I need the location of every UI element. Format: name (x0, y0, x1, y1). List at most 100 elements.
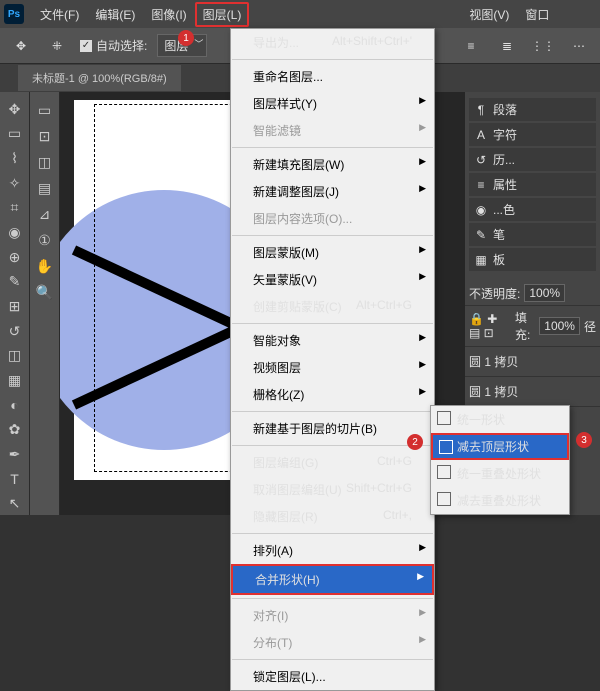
menu-group-layers[interactable]: 图层编组(G)Ctrl+G (231, 449, 434, 476)
paragraph-icon: ¶ (474, 103, 488, 117)
history-brush-tool[interactable]: ↺ (3, 320, 27, 343)
distribute-icon[interactable]: ⋮⋮ (530, 33, 556, 59)
menu-smart-filter: 智能滤镜 (231, 117, 434, 144)
pen-tool[interactable]: ✒ (3, 443, 27, 466)
layers-opacity-row: 不透明度: 100% (465, 281, 600, 306)
properties-icon: ≡ (474, 178, 488, 192)
menu-file[interactable]: 文件(F) (32, 2, 87, 27)
menu-image[interactable]: 图像(I) (143, 2, 194, 27)
intersect-icon (437, 465, 451, 479)
annotation-badge-1: 1 (178, 30, 194, 46)
move-tool[interactable]: ✥ (3, 98, 27, 121)
panel-properties[interactable]: ≡属性 (469, 173, 596, 196)
panel-color[interactable]: ◉...色 (469, 198, 596, 221)
layers-fill-row: 🔒 ✚ ▤ ⊡ 填充: 100% 径 (465, 306, 600, 347)
menu-content-options: 图层内容选项(O)... (231, 205, 434, 232)
eraser-tool[interactable]: ◫ (3, 344, 27, 367)
menu-rasterize[interactable]: 栅格化(Z) (231, 381, 434, 408)
artboard-tool[interactable]: ▭ (33, 98, 57, 122)
menu-window[interactable]: 窗口 (517, 2, 557, 27)
brush-tool[interactable]: ✎ (3, 270, 27, 293)
menu-vector-mask[interactable]: 矢量蒙版(V) (231, 266, 434, 293)
menu-edit[interactable]: 编辑(E) (87, 2, 143, 27)
brush-icon: ✎ (474, 228, 488, 242)
submenu-unite[interactable]: 统一形状 (431, 406, 569, 433)
submenu-subtract-front[interactable]: 减去顶层形状 (431, 433, 569, 460)
note-tool[interactable]: ▤ (33, 176, 57, 200)
exclude-icon (437, 492, 451, 506)
menu-view[interactable]: 视图(V) (461, 2, 517, 27)
menu-layer[interactable]: 图层(L) (195, 2, 250, 27)
app-icon: Ps (4, 4, 24, 24)
menu-ungroup-layers: 取消图层编组(U)Shift+Ctrl+G (231, 476, 434, 503)
hand-tool[interactable]: ✋ (33, 254, 57, 278)
submenu-intersect[interactable]: 统一重叠处形状 (431, 460, 569, 487)
slice-tool[interactable]: ◫ (33, 150, 57, 174)
menu-clipping-mask[interactable]: 创建剪贴蒙版(C)Alt+Ctrl+G (231, 293, 434, 320)
menu-export-as[interactable]: 导出为...Alt+Shift+Ctrl+' (231, 29, 434, 56)
menu-rename-layer[interactable]: 重命名图层... (231, 63, 434, 90)
menu-arrange[interactable]: 排列(A) (231, 537, 434, 564)
fill-input[interactable]: 100% (539, 317, 580, 335)
annotation-badge-2: 2 (407, 434, 423, 450)
type-tool[interactable]: T (3, 468, 27, 491)
panel-swatches[interactable]: ▦板 (469, 248, 596, 271)
unite-icon (437, 411, 451, 425)
color-icon: ◉ (474, 203, 488, 217)
auto-select-checkbox[interactable]: 自动选择: (80, 37, 147, 54)
layers-panel: 不透明度: 100% 🔒 ✚ ▤ ⊡ 填充: 100% 径 圆 1 拷贝 圆 1… (465, 281, 600, 407)
annotation-badge-3: 3 (576, 432, 592, 448)
toolbox-left-1: ✥ ▭ ⌇ ✧ ⌗ ◉ ⊕ ✎ ⊞ ↺ ◫ ▦ ◐ ✿ ✒ T ↖ (0, 92, 30, 515)
character-icon: A (474, 128, 488, 142)
crop-tool[interactable]: ⌗ (3, 197, 27, 220)
move-tool-arrows-icon: ⁜ (44, 33, 70, 59)
menu-new-fill-layer[interactable]: 新建填充图层(W) (231, 151, 434, 178)
gradient-tool[interactable]: ▦ (3, 369, 27, 392)
wand-tool[interactable]: ✧ (3, 172, 27, 195)
menu-new-adj-layer[interactable]: 新建调整图层(J) (231, 178, 434, 205)
menu-align: 对齐(I) (231, 602, 434, 629)
panel-history[interactable]: ↺历... (469, 148, 596, 171)
menu-combine-shapes[interactable]: 合并形状(H) (231, 564, 434, 595)
ruler-tool[interactable]: ⊿ (33, 202, 57, 226)
layer-row-1[interactable]: 圆 1 拷贝 (465, 347, 600, 377)
eyedropper-tool[interactable]: ◉ (3, 221, 27, 244)
more-icon[interactable]: ⋯ (566, 33, 592, 59)
menu-hide-layers[interactable]: 隐藏图层(R)Ctrl+, (231, 503, 434, 530)
lasso-tool[interactable]: ⌇ (3, 147, 27, 170)
move-tool-icon: ✥ (8, 33, 34, 59)
menu-layer-mask[interactable]: 图层蒙版(M) (231, 239, 434, 266)
menu-new-slice[interactable]: 新建基于图层的切片(B) (231, 415, 434, 442)
menu-lock-layers[interactable]: 锁定图层(L)... (231, 663, 434, 690)
panel-brush[interactable]: ✎笔 (469, 223, 596, 246)
panel-character[interactable]: A字符 (469, 123, 596, 146)
toolbox-left-2: ▭ ⊡ ◫ ▤ ⊿ ① ✋ 🔍 (30, 92, 60, 515)
marquee-tool[interactable]: ▭ (3, 123, 27, 146)
heal-tool[interactable]: ⊕ (3, 246, 27, 269)
layer-row-2[interactable]: 圆 1 拷贝 (465, 377, 600, 407)
opacity-input[interactable]: 100% (524, 284, 565, 302)
align-icon[interactable]: ≡ (458, 33, 484, 59)
stamp-tool[interactable]: ⊞ (3, 295, 27, 318)
count-tool[interactable]: ① (33, 228, 57, 252)
menu-layer-style[interactable]: 图层样式(Y) (231, 90, 434, 117)
panel-tabs-top: ¶段落 A字符 ↺历... ≡属性 ◉...色 ✎笔 ▦板 (465, 92, 600, 277)
subtract-icon (439, 440, 453, 454)
zoom-tool[interactable]: 🔍 (33, 280, 57, 304)
path-tool[interactable]: ↖ (3, 492, 27, 515)
menu-video-layers[interactable]: 视频图层 (231, 354, 434, 381)
combine-shapes-submenu: 统一形状 减去顶层形状 统一重叠处形状 减去重叠处形状 (430, 405, 570, 515)
dodge-tool[interactable]: ✿ (3, 418, 27, 441)
panel-paragraph[interactable]: ¶段落 (469, 98, 596, 121)
blur-tool[interactable]: ◐ (3, 394, 27, 417)
swatches-icon: ▦ (474, 253, 488, 267)
menu-distribute: 分布(T) (231, 629, 434, 656)
frame-tool[interactable]: ⊡ (33, 124, 57, 148)
history-icon: ↺ (474, 153, 488, 167)
submenu-exclude[interactable]: 减去重叠处形状 (431, 487, 569, 514)
align-icon-2[interactable]: ≣ (494, 33, 520, 59)
document-tab[interactable]: 未标题-1 @ 100%(RGB/8#) (18, 65, 181, 91)
layer-menu-dropdown: 导出为...Alt+Shift+Ctrl+' 重命名图层... 图层样式(Y) … (230, 28, 435, 691)
menu-smart-objects[interactable]: 智能对象 (231, 327, 434, 354)
menubar: Ps 文件(F) 编辑(E) 图像(I) 图层(L) 视图(V) 窗口 (0, 0, 600, 28)
